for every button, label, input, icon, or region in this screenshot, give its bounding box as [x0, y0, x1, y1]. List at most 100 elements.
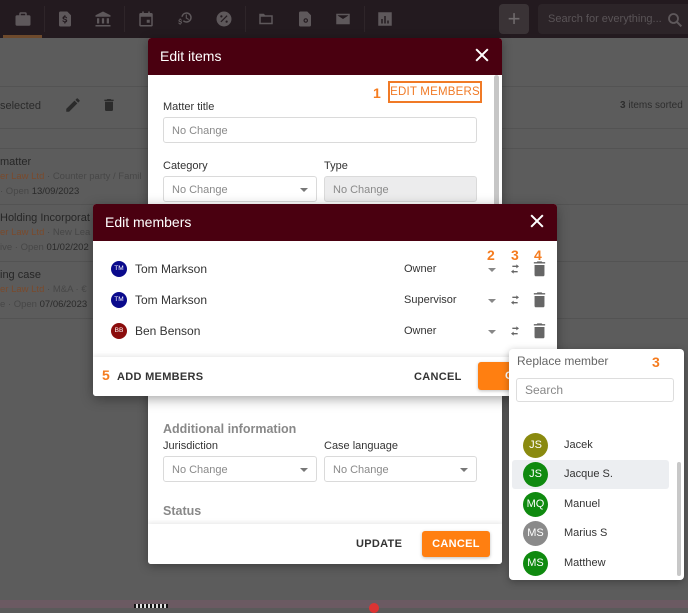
- member-search-input[interactable]: [516, 378, 674, 402]
- avatar: MQ: [523, 492, 548, 517]
- matter-meta: · M&A · €: [44, 284, 87, 295]
- dock-app-icon[interactable]: [134, 604, 168, 608]
- items-count: 3 items sorted: [620, 100, 683, 111]
- avatar: BB: [111, 323, 127, 339]
- dock-app-icon[interactable]: [369, 603, 379, 613]
- matter-meta: · Counter party / Famil: [44, 171, 142, 182]
- avatar: TM: [111, 261, 127, 277]
- add-members-button[interactable]: ADD MEMBERS: [117, 371, 203, 383]
- member-row: TM Tom Markson Owner: [93, 254, 557, 284]
- dialog-title: Edit members: [105, 214, 192, 230]
- trash-icon[interactable]: [533, 291, 546, 308]
- trash-icon[interactable]: [533, 322, 546, 339]
- cancel-button[interactable]: CANCEL: [422, 531, 490, 557]
- swap-icon[interactable]: [507, 323, 523, 339]
- chevron-down-icon: [300, 468, 308, 472]
- list-item[interactable]: matter er Law Ltd · Counter party / Fami…: [0, 156, 160, 197]
- firm-name: er Law Ltd: [0, 284, 45, 295]
- candidate-item[interactable]: JS Jacek: [512, 431, 669, 460]
- candidate-name: Jacek: [564, 439, 593, 451]
- case-language-label: Case language: [324, 440, 399, 452]
- dialog-footer: 5 ADD MEMBERS CANCEL CONFIRM: [93, 357, 557, 396]
- time-money-icon[interactable]: [174, 8, 196, 30]
- replace-member-popover: Replace member 3 JS Jacek JS Jacque S. M…: [509, 349, 684, 580]
- avatar: MS: [523, 551, 548, 576]
- dialog-title: Edit items: [160, 48, 222, 64]
- swap-icon[interactable]: [507, 261, 523, 277]
- open-date: 07/06/2023: [39, 299, 88, 310]
- scrollbar[interactable]: [494, 75, 499, 215]
- chevron-down-icon: [300, 188, 308, 192]
- close-icon[interactable]: [527, 211, 547, 231]
- step-annotation: 5: [102, 367, 110, 383]
- selection-status: selected: [0, 100, 41, 112]
- candidate-item[interactable]: MQ Manuel: [512, 490, 669, 519]
- avatar: MS: [523, 521, 548, 546]
- jurisdiction-select[interactable]: No Change: [163, 456, 317, 482]
- member-row: TM Tom Markson Supervisor: [93, 285, 557, 315]
- type-field: No Change: [324, 176, 477, 202]
- candidate-item[interactable]: MS Matthew: [512, 549, 669, 578]
- avatar: JS: [523, 462, 548, 487]
- dialog-footer: UPDATE CANCEL: [148, 524, 502, 564]
- matter-status: ive · Open: [0, 242, 47, 253]
- role-select[interactable]: Owner: [404, 325, 436, 337]
- add-button[interactable]: +: [499, 4, 529, 34]
- open-date: 01/02/202: [46, 242, 89, 253]
- cancel-button[interactable]: CANCEL: [414, 371, 462, 383]
- folder-icon[interactable]: [255, 8, 277, 30]
- update-button[interactable]: UPDATE: [356, 538, 402, 550]
- matter-title: matter: [0, 156, 32, 168]
- briefcase-icon[interactable]: [12, 8, 34, 30]
- matter-status: e · Open: [0, 299, 40, 310]
- bank-icon[interactable]: [92, 8, 114, 30]
- firm-name: er Law Ltd: [0, 171, 45, 182]
- close-icon[interactable]: [472, 45, 492, 65]
- popover-title: Replace member: [517, 354, 609, 368]
- chevron-down-icon: [460, 468, 468, 472]
- divider: [44, 6, 45, 32]
- case-language-select[interactable]: No Change: [324, 456, 477, 482]
- edit-members-link[interactable]: EDIT MEMBERS: [388, 81, 482, 103]
- type-label: Type: [324, 160, 348, 172]
- matter-title-field[interactable]: No Change: [163, 117, 477, 143]
- search-input[interactable]: [538, 4, 672, 34]
- category-label: Category: [163, 160, 208, 172]
- calendar-icon[interactable]: [135, 8, 157, 30]
- delete-trash-icon[interactable]: [101, 96, 117, 114]
- search-icon[interactable]: [666, 11, 684, 29]
- member-row: BB Ben Benson Owner: [93, 316, 557, 346]
- candidate-name: Jacque S.: [564, 468, 613, 480]
- os-dock: [0, 600, 688, 613]
- bar-chart-icon[interactable]: [374, 8, 396, 30]
- mail-icon[interactable]: [332, 8, 354, 30]
- matter-status: · Open: [0, 186, 32, 197]
- chevron-down-icon[interactable]: [488, 268, 496, 272]
- candidate-item[interactable]: MS Marius S: [512, 519, 669, 548]
- certificate-file-icon[interactable]: [294, 8, 316, 30]
- role-select[interactable]: Supervisor: [404, 294, 457, 306]
- percent-badge-icon[interactable]: [213, 8, 235, 30]
- avatar: JS: [523, 433, 548, 458]
- category-select[interactable]: No Change: [163, 176, 317, 202]
- edit-members-dialog: Edit members 2 3 4 TM Tom Markson Owner …: [93, 204, 557, 396]
- status-heading: Status: [163, 504, 202, 518]
- jurisdiction-label: Jurisdiction: [163, 440, 219, 452]
- candidate-name: Matthew: [564, 557, 606, 569]
- role-select[interactable]: Owner: [404, 263, 436, 275]
- scrollbar[interactable]: [677, 462, 681, 576]
- invoice-dollar-icon[interactable]: [54, 8, 76, 30]
- divider: [124, 6, 125, 32]
- swap-icon[interactable]: [507, 292, 523, 308]
- chevron-down-icon[interactable]: [488, 299, 496, 303]
- divider: [364, 6, 365, 32]
- items-count-label: items sorted: [625, 100, 683, 111]
- trash-icon[interactable]: [533, 260, 546, 277]
- dialog-header: Edit items: [148, 38, 502, 75]
- edit-pencil-icon[interactable]: [64, 96, 82, 114]
- candidate-item[interactable]: JS Jacque S.: [512, 460, 669, 489]
- field-value: No Change: [333, 184, 389, 196]
- chevron-down-icon[interactable]: [488, 330, 496, 334]
- candidate-name: Marius S: [564, 527, 608, 539]
- candidate-name: Manuel: [564, 498, 601, 510]
